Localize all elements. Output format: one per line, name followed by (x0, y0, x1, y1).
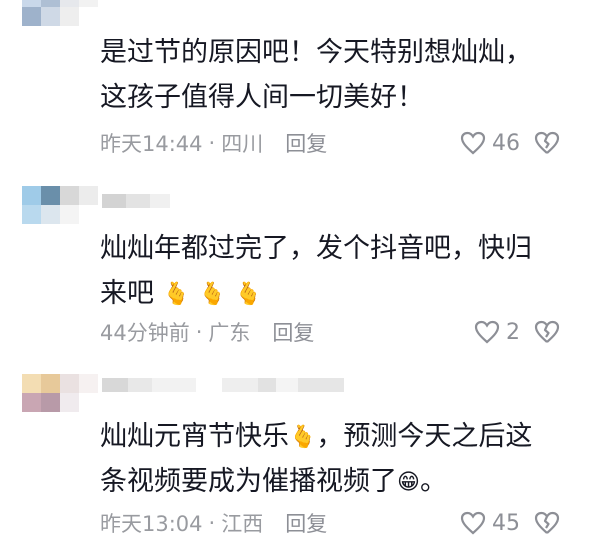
like-count: 46 (492, 130, 520, 156)
comment-line: 灿灿年都过完了，发个抖音吧，快归 (100, 233, 532, 264)
username-blurred[interactable] (102, 378, 344, 392)
comment-meta: 昨天14:44 · 四川 回复 46 (100, 126, 580, 160)
comment-text: 灿灿年都过完了，发个抖音吧，快归 来吧 🫰 🫰 🫰 (100, 226, 570, 316)
finger-heart-emoji: 🫰 (234, 281, 262, 307)
comment-text: 是过节的原因吧！今天特别想灿灿， 这孩子值得人间一切美好！ (100, 30, 570, 120)
broken-heart-icon (534, 320, 560, 343)
avatar[interactable] (22, 0, 98, 26)
like-count: 45 (492, 510, 520, 536)
comment-time: 昨天13:04 (100, 512, 203, 536)
grinning-emoji: 😁 (397, 469, 420, 495)
comment-line: 条视频要成为催播视频了 (100, 466, 397, 497)
like-button[interactable]: 2 (474, 320, 520, 345)
finger-heart-emoji: 🫰 (162, 281, 190, 307)
comment-line: 灿灿元宵节快乐 (100, 421, 289, 452)
avatar[interactable] (22, 186, 98, 224)
comment-line: 来吧 (100, 278, 154, 309)
comment-time: 44分钟前 (100, 321, 190, 345)
finger-heart-emoji: 🫰 (289, 424, 317, 450)
avatar[interactable] (22, 374, 98, 412)
comment-location: 四川 (221, 132, 264, 156)
finger-heart-emoji: 🫰 (198, 281, 226, 307)
like-button[interactable]: 46 (460, 131, 520, 156)
comment-line: 。 (419, 466, 447, 497)
comment-line: 这孩子值得人间一切美好！ (100, 82, 424, 113)
dislike-button[interactable] (534, 131, 560, 155)
broken-heart-icon (534, 511, 560, 534)
like-button[interactable]: 45 (460, 511, 520, 536)
heart-icon (474, 320, 500, 344)
reply-button[interactable]: 回复 (285, 128, 327, 158)
like-count: 2 (506, 319, 520, 345)
comment-time: 昨天14:44 (100, 132, 203, 156)
comment-meta: 44分钟前 · 广东 回复 2 (100, 315, 580, 349)
comment-text: 灿灿元宵节快乐🫰，预测今天之后这 条视频要成为催播视频了😁。 (100, 414, 570, 504)
heart-icon (460, 131, 486, 155)
reply-button[interactable]: 回复 (272, 317, 314, 347)
comment-line: 是过节的原因吧！今天特别想灿灿， (100, 37, 532, 68)
reply-button[interactable]: 回复 (285, 508, 327, 538)
username-blurred[interactable] (102, 194, 170, 208)
heart-icon (460, 511, 486, 535)
comment-meta: 昨天13:04 · 江西 回复 45 (100, 506, 580, 540)
comment-location: 江西 (221, 512, 264, 536)
dislike-button[interactable] (534, 511, 560, 535)
comment-location: 广东 (208, 321, 251, 345)
broken-heart-icon (534, 131, 560, 154)
dislike-button[interactable] (534, 320, 560, 344)
comment-line: ，预测今天之后这 (316, 421, 533, 452)
